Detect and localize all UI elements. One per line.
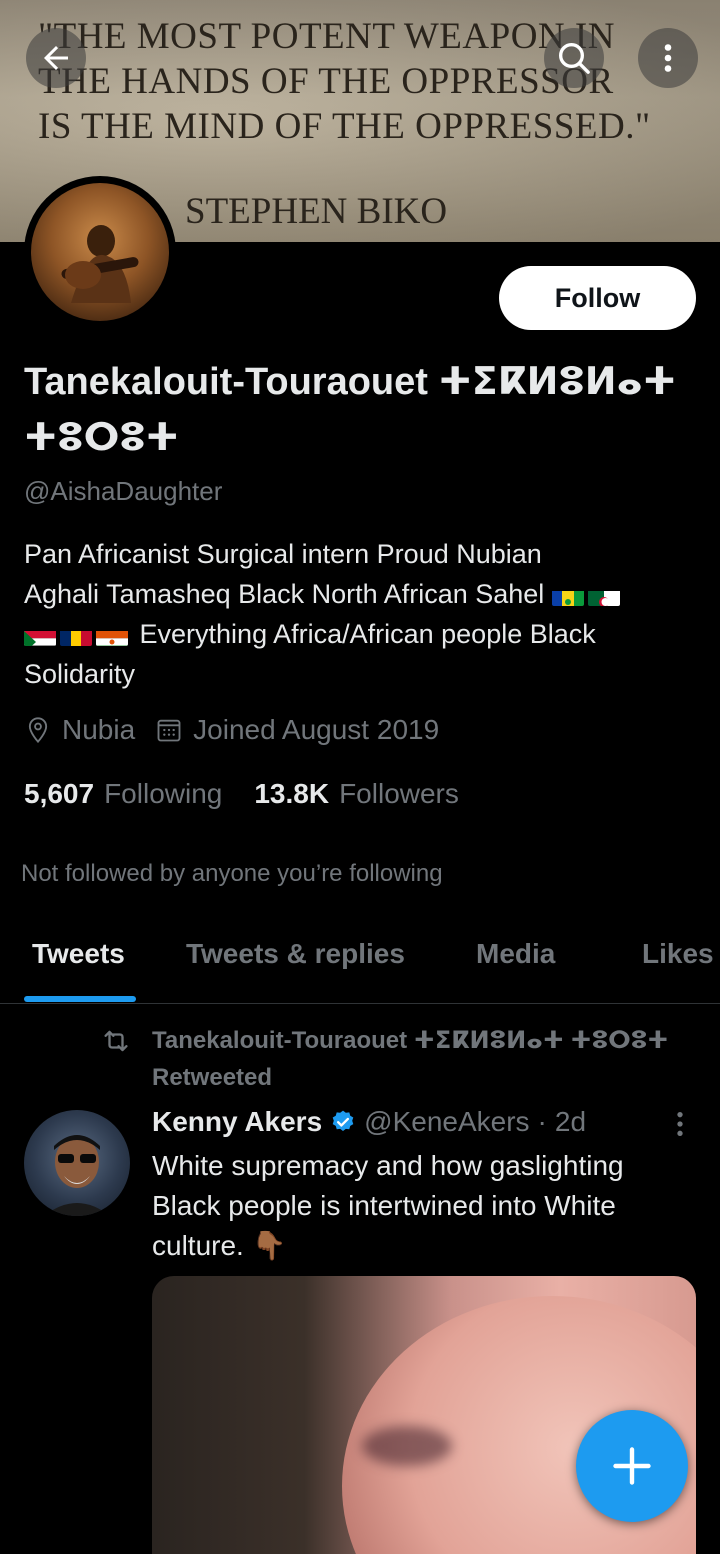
follow-button[interactable]: Follow <box>499 266 696 330</box>
tweet-text: White supremacy and how gaslighting Blac… <box>152 1150 624 1261</box>
profile-handle: @AishaDaughter <box>24 476 223 506</box>
tab-likes[interactable]: Likes <box>642 938 714 970</box>
tab-tweets[interactable]: Tweets <box>32 938 125 970</box>
calendar-icon <box>157 719 181 742</box>
location-text: Nubia <box>62 714 136 745</box>
search-icon <box>559 43 590 74</box>
bio-line: Pan Africanist Surgical intern Proud Nub… <box>24 539 542 569</box>
bio-line: Aghali Tamasheq Black North African Sahe… <box>24 579 545 609</box>
separator-dot: · <box>537 1106 547 1137</box>
followers-label: Followers <box>339 778 459 809</box>
more-vertical-icon <box>664 44 672 72</box>
tab-media[interactable]: Media <box>476 938 555 970</box>
compose-tweet-button[interactable] <box>576 1410 688 1522</box>
tweet-author-name[interactable]: Kenny Akers <box>152 1106 322 1138</box>
algeria-flag-icon <box>587 584 620 606</box>
back-arrow-icon <box>44 46 68 70</box>
bio-line: Solidarity <box>24 659 136 689</box>
profile-tabs: Tweets Tweets & replies Media Likes <box>0 930 720 1004</box>
profile-meta: Nubia Joined August 2019 <box>24 714 459 746</box>
compose-plus-icon <box>613 1447 651 1485</box>
sudan-flag-icon <box>24 624 56 646</box>
retweet-icon <box>104 1030 128 1052</box>
bio-line: Everything Africa/African people Black <box>139 619 596 649</box>
tweet-timestamp[interactable]: 2d <box>555 1106 586 1138</box>
banner-quote-line: IS THE MIND OF THE OPPRESSED." <box>38 106 651 147</box>
joined-text: Joined August 2019 <box>193 714 440 745</box>
followers-count: 13.8K <box>254 778 330 809</box>
profile-stats: 5,607 Following 13.8K Followers <box>24 778 491 810</box>
verified-badge-icon <box>332 1110 354 1131</box>
tweet-more-icon[interactable] <box>670 1108 690 1140</box>
following-count: 5,607 <box>24 778 95 809</box>
more-options-button[interactable] <box>638 28 698 88</box>
active-tab-indicator <box>24 996 136 1002</box>
tweet-author-avatar[interactable] <box>24 1110 130 1216</box>
saint-vincent-flag-icon <box>551 584 584 606</box>
mutual-followers-note: Not followed by anyone you’re following <box>21 860 443 887</box>
bio-line-with-flags: Everything Africa/African people Black <box>24 614 704 654</box>
chad-flag-icon <box>60 624 92 646</box>
retweet-by-text: Tanekalouit-Touraouet ⵜⵉⴽⵍⵓⵍⴰⵜ ⵜⵓⵔⵓⵜ Ret… <box>152 1027 669 1091</box>
back-button[interactable] <box>26 28 86 88</box>
avatar-image <box>31 183 169 321</box>
search-button[interactable] <box>544 28 604 88</box>
banner-quote: "THE MOST POTENT WEAPON IN THE HANDS OF … <box>38 14 698 149</box>
profile-bio: Pan Africanist Surgical intern Proud Nub… <box>24 534 704 694</box>
location-pin-icon <box>28 717 48 744</box>
bio-line-with-flags: Aghali Tamasheq Black North African Sahe… <box>24 574 704 614</box>
following-label: Following <box>104 778 223 809</box>
joined-item: Joined August 2019 <box>155 714 439 746</box>
following-link[interactable]: 5,607 Following <box>24 778 222 810</box>
tweet-author-handle[interactable]: @KeneAkers <box>364 1106 529 1138</box>
profile-avatar[interactable] <box>24 176 176 328</box>
niger-flag-icon <box>96 624 128 646</box>
followers-link[interactable]: 13.8K Followers <box>254 778 459 810</box>
location-item: Nubia <box>24 714 135 746</box>
banner-attribution: STEPHEN BIKO <box>185 191 448 232</box>
profile-display-name: Tanekalouit-Touraouet ⵜⵉⴽⵍⵓⵍⴰⵜ ⵜⵓⵔⵓⵜ <box>24 361 677 459</box>
tab-tweets-and-replies[interactable]: Tweets & replies <box>186 938 405 970</box>
tweet-header: Kenny Akers @KeneAkers · 2d <box>152 1106 586 1138</box>
